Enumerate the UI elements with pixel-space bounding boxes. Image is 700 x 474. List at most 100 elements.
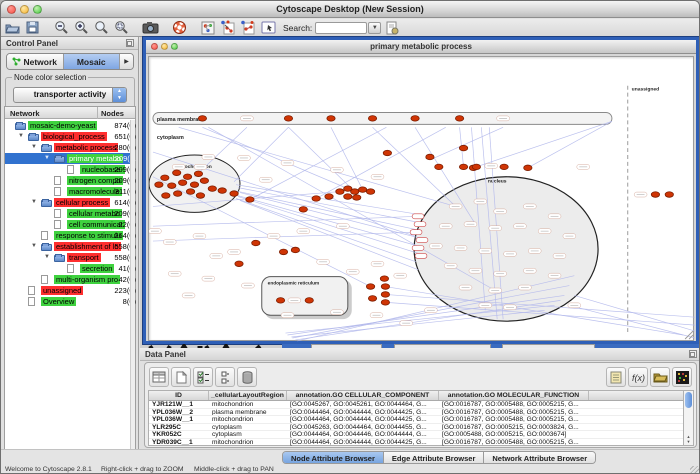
network-node[interactable]	[344, 194, 352, 200]
network-node[interactable]	[368, 296, 376, 302]
new-attribute-icon[interactable]	[171, 367, 191, 387]
network-node[interactable]	[155, 182, 163, 188]
delete-attribute-icon[interactable]	[237, 367, 257, 387]
table-row[interactable]: YPL036W__1mitochondrion[GO:0044464, GO:0…	[149, 416, 684, 424]
table-row[interactable]: YDR039C__1mitochondrion[GO:0044464, GO:0…	[149, 439, 684, 447]
table-row[interactable]: YPL036W__2plasma membrane[GO:0044464, GO…	[149, 409, 684, 417]
network-node[interactable]	[299, 207, 307, 213]
network-node[interactable]	[426, 154, 434, 160]
network-node[interactable]	[194, 171, 202, 177]
network-node[interactable]	[246, 197, 254, 203]
table-cell[interactable]: YKR052C	[149, 431, 209, 438]
table-cell[interactable]: [GO:0044464, GO:0044444, GO:0044425, G..…	[287, 409, 439, 416]
tree-row[interactable]: ▼primary metabo209(...	[5, 153, 135, 164]
network-node[interactable]	[524, 165, 532, 171]
network-node[interactable]	[358, 187, 366, 193]
tab-node-attribute-browser[interactable]: Node Attribute Browser	[283, 452, 384, 463]
network-node[interactable]	[198, 116, 206, 122]
table-cell[interactable]: mitochondrion	[209, 439, 287, 446]
annotation-icon[interactable]	[259, 20, 277, 36]
network-node[interactable]	[353, 195, 361, 201]
function-builder-icon[interactable]: f(x)	[628, 367, 648, 387]
tree-row[interactable]: response to stimulu264(0)	[5, 230, 135, 241]
tree-row[interactable]: ▼biological_process651(0)	[5, 131, 135, 142]
network-node[interactable]	[366, 284, 374, 290]
table-scroll-arrows[interactable]: ▲▼	[685, 434, 692, 444]
open-session-button[interactable]	[3, 20, 21, 36]
table-row[interactable]: YJR121W__1mitochondrion[GO:0045267, GO:0…	[149, 401, 684, 409]
network-node[interactable]	[276, 298, 284, 304]
network-node[interactable]	[230, 191, 238, 197]
canvas-resize-grip[interactable]	[685, 331, 693, 339]
network-node[interactable]	[651, 192, 659, 198]
unselect-attributes-icon[interactable]	[215, 367, 235, 387]
network-node[interactable]	[325, 194, 333, 200]
table-cell[interactable]: YPL036W__2	[149, 409, 209, 416]
tree-row[interactable]: secretion41(0)	[5, 263, 135, 274]
network-view-frame[interactable]: primary metabolic process plasma membran…	[143, 37, 699, 344]
network-node[interactable]	[435, 164, 443, 170]
expand-arrow-icon[interactable]: ▼	[31, 243, 37, 249]
network-node[interactable]	[327, 116, 335, 122]
table-cell[interactable]: [GO:0016787, GO:0005488, GO:0005215, G..…	[439, 416, 589, 423]
network-canvas[interactable]: plasma membrane cytoplasm mitochondrion …	[148, 56, 694, 341]
network-node[interactable]	[459, 164, 467, 170]
network-node[interactable]	[161, 175, 169, 181]
tree-row[interactable]: cellular metabo209(0)	[5, 208, 135, 219]
search-settings-icon[interactable]	[383, 20, 401, 36]
table-cell[interactable]: [GO:0044464, GO:0044444, GO:0044425, G..…	[287, 416, 439, 423]
table-cell[interactable]: cytoplasm	[209, 431, 287, 438]
tree-scrollbar[interactable]	[130, 120, 135, 456]
network-node[interactable]	[173, 170, 181, 176]
network-node[interactable]	[186, 189, 194, 195]
save-session-button[interactable]	[23, 20, 41, 36]
zoom-in-icon[interactable]	[72, 20, 90, 36]
search-input[interactable]	[315, 22, 367, 34]
layout-nodes-icon[interactable]	[219, 20, 237, 36]
network-node[interactable]	[162, 193, 170, 199]
table-row[interactable]: YLR295Ccytoplasm[GO:0045263, GO:0044464,…	[149, 424, 684, 432]
network-node[interactable]	[665, 192, 673, 198]
network-node[interactable]	[235, 261, 243, 267]
network-node[interactable]	[455, 116, 463, 122]
tree-row[interactable]: cell communicat22(0)	[5, 219, 135, 230]
network-node[interactable]	[411, 116, 419, 122]
zoom-selected-icon[interactable]	[112, 20, 130, 36]
table-cell[interactable]: [GO:0016787, GO:0005215, GO:0003824, G..…	[439, 424, 589, 431]
network-node[interactable]	[291, 247, 299, 253]
col-header-molecular-function[interactable]: annotation.GO MOLECULAR_FUNCTION	[439, 391, 589, 400]
import-attributes-icon[interactable]	[650, 367, 670, 387]
tab-mosaic[interactable]: Mosaic	[64, 54, 121, 69]
table-cell[interactable]: [GO:0044464, GO:0044446, GO:0044444, G..…	[287, 431, 439, 438]
network-node[interactable]	[336, 189, 344, 195]
table-scrollbar[interactable]: ▲▼	[683, 390, 694, 446]
table-cell[interactable]: YPL036W__1	[149, 416, 209, 423]
attribute-table-icon[interactable]	[149, 367, 169, 387]
table-cell[interactable]: mitochondrion	[209, 401, 287, 408]
network-node[interactable]	[351, 189, 359, 195]
tree-row[interactable]: ▼transport558(0)	[5, 252, 135, 263]
network-node[interactable]	[459, 145, 467, 151]
col-header-cellular-component[interactable]: annotation.GO CELLULAR_COMPONENT	[287, 391, 439, 400]
expand-arrow-icon[interactable]: ▼	[31, 199, 37, 205]
network-node[interactable]	[183, 174, 191, 180]
network-node[interactable]	[368, 116, 376, 122]
table-cell[interactable]: [GO:0005488, GO:0005215, GO:0003674]	[439, 431, 589, 438]
attribute-matrix-icon[interactable]	[672, 367, 692, 387]
network-node[interactable]	[208, 186, 216, 192]
network-node[interactable]	[178, 180, 186, 186]
network-node[interactable]	[312, 196, 320, 202]
tab-network-attribute-browser[interactable]: Network Attribute Browser	[484, 452, 595, 463]
network-node[interactable]	[380, 276, 388, 282]
expand-arrow-icon[interactable]: ▼	[44, 155, 50, 161]
help-icon[interactable]	[170, 20, 188, 36]
tree-row[interactable]: macromolecule311(0)	[5, 186, 135, 197]
tab-overflow-button[interactable]: ▶	[120, 54, 133, 69]
expand-arrow-icon[interactable]: ▼	[18, 133, 24, 139]
table-cell[interactable]: [GO:0045267, GO:0045261, GO:0044464, G..…	[287, 401, 439, 408]
table-cell[interactable]: YLR295C	[149, 424, 209, 431]
table-cell[interactable]: [GO:0016787, GO:0005488, GO:0005215, G..…	[439, 409, 589, 416]
node-color-dropdown[interactable]: transporter activity ▲▼	[13, 87, 127, 103]
zoom-out-icon[interactable]	[52, 20, 70, 36]
table-row[interactable]: YKR052Ccytoplasm[GO:0044464, GO:0044446,…	[149, 431, 684, 439]
